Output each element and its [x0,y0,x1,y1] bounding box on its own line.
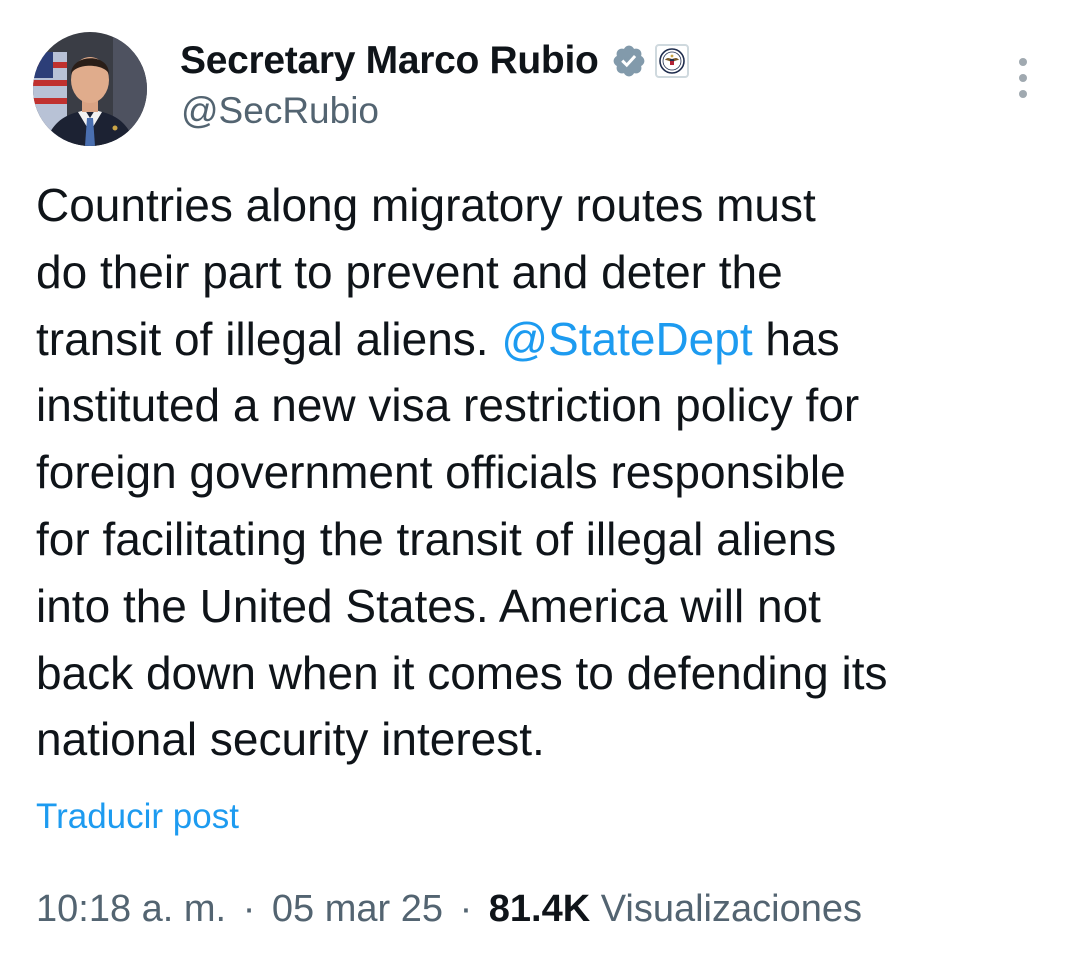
tweet-text-segment: transit of illegal aliens. [36,312,502,365]
more-dot [1019,58,1027,66]
tweet-text-segment: do their part to prevent and deter the [36,245,783,298]
tweet-text-line: national security interest. [36,706,1046,773]
tweet-text-segment: into the United States. America will not [36,579,821,632]
tweet-text-line: transit of illegal aliens. @StateDept ha… [36,306,1046,373]
tweet-text-segment: Countries along migratory routes must [36,179,816,231]
more-dot [1019,74,1027,82]
tweet-text: Countries along migratory routes must do … [36,172,1046,773]
tweet-text-line: back down when it comes to defending its [36,640,1046,707]
tweet-text-segment: national security interest. [36,713,545,766]
tweet-text-line: Countries along migratory routes must [36,172,1046,239]
author-handle[interactable]: @SecRubio [181,90,379,132]
tweet-text-line: foreign government officials responsible [36,439,1046,506]
tweet-text-segment: for facilitating the transit of illegal … [36,512,837,565]
author-display-name[interactable]: Secretary Marco Rubio [180,39,599,83]
tweet-time[interactable]: 10:18 a. m. [36,888,226,930]
verified-badge-icon[interactable] [611,43,647,79]
meta-separator: · [242,888,256,930]
views-label[interactable]: Visualizaciones [601,888,862,930]
meta-separator: · [459,888,473,930]
author-avatar[interactable] [33,32,147,146]
tweet-text-segment: has [752,312,840,365]
translate-post-link[interactable]: Traducir post [36,797,239,837]
tweet-text-segment: instituted a new visa restriction policy… [36,379,860,432]
mention-link[interactable]: @StateDept [501,313,752,365]
tweet-date[interactable]: 05 mar 25 [272,888,443,930]
state-department-seal-icon[interactable] [654,44,689,78]
more-options-icon[interactable] [1008,58,1038,98]
avatar-photo [33,32,147,146]
tweet-text-segment: foreign government officials responsible [36,446,846,499]
tweet-text-line: into the United States. America will not [36,573,1046,640]
tweet-text-segment: back down when it comes to defending its [36,646,888,699]
tweet-text-line: instituted a new visa restriction policy… [36,372,1046,439]
views-count[interactable]: 81.4K [489,888,590,930]
more-dot [1019,90,1027,98]
tweet-text-line: for facilitating the transit of illegal … [36,506,1046,573]
author-name-row: Secretary Marco Rubio [180,38,689,84]
tweet-metadata: 10:18 a. m. · 05 mar 25 · 81.4K Visualiz… [36,888,862,931]
tweet-text-line: do their part to prevent and deter the [36,239,1046,306]
